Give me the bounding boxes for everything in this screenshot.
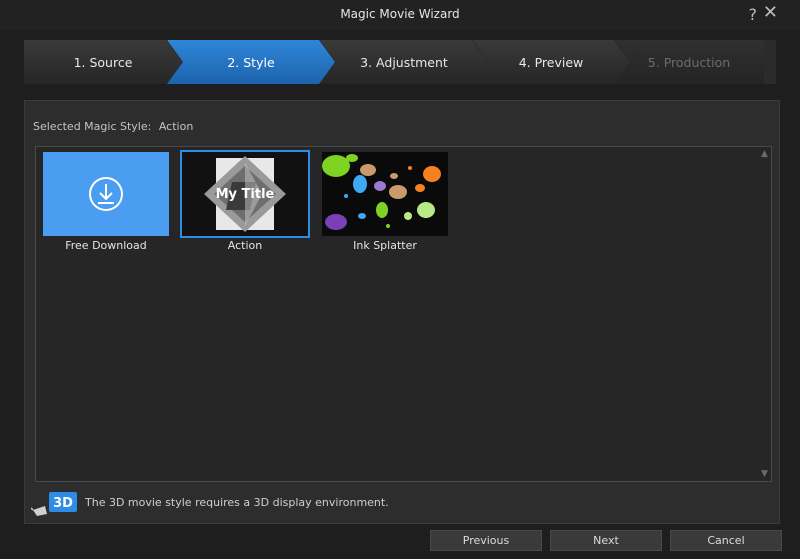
3d-glasses-icon: 3D [31, 492, 77, 516]
style-caption: Free Download [65, 239, 147, 252]
style-panel: Selected Magic Style: Action Free Downlo… [24, 100, 780, 524]
action-thumbnail: My Title [180, 150, 310, 238]
step-adjustment[interactable]: 3. Adjustment [320, 40, 488, 84]
style-tile-ink-splatter[interactable]: Ink Splatter [320, 152, 450, 252]
style-caption: Action [227, 239, 263, 252]
window-title: Magic Movie Wizard [340, 7, 460, 21]
step-style[interactable]: 2. Style [167, 40, 335, 84]
action-thumb-title: My Title [216, 187, 275, 202]
cancel-button[interactable]: Cancel [670, 530, 782, 551]
title-bar: Magic Movie Wizard ? ✕ [0, 0, 800, 30]
scroll-down-arrow-icon[interactable]: ▼ [761, 469, 768, 479]
wizard-steps: 1. Source 2. Style 3. Adjustment 4. Prev… [24, 40, 776, 84]
close-button[interactable]: ✕ [763, 4, 778, 22]
action-style-art: My Title [182, 152, 308, 236]
scroll-up-arrow-icon[interactable]: ▲ [761, 149, 768, 159]
style-tile-action[interactable]: My Title Action [180, 150, 310, 252]
style-tile-free-download[interactable]: Free Download [41, 152, 171, 252]
selected-style-value: Action [158, 120, 194, 133]
step-production: 5. Production [614, 40, 764, 84]
free-download-thumbnail [43, 152, 169, 236]
style-caption: Ink Splatter [353, 239, 417, 252]
3d-badge-text: 3D [53, 496, 73, 511]
download-icon [89, 177, 123, 211]
step-preview[interactable]: 4. Preview [473, 40, 629, 84]
selected-style-label: Selected Magic Style: [33, 120, 152, 133]
step-source[interactable]: 1. Source [24, 40, 182, 84]
info-3d-row: 3D The 3D movie style requires a 3D disp… [31, 488, 731, 518]
style-gallery: Free Download My Title Action Ink Splatt… [35, 146, 772, 482]
ink-splatter-art [322, 152, 448, 236]
info-3d-text: The 3D movie style requires a 3D display… [85, 496, 389, 509]
gallery-scrollbar[interactable]: ▲ ▼ [759, 147, 771, 481]
previous-button[interactable]: Previous [430, 530, 542, 551]
help-button[interactable]: ? [749, 5, 758, 24]
ink-splatter-thumbnail [322, 152, 448, 236]
selected-style-row: Selected Magic Style: Action [33, 120, 197, 133]
next-button[interactable]: Next [550, 530, 662, 551]
